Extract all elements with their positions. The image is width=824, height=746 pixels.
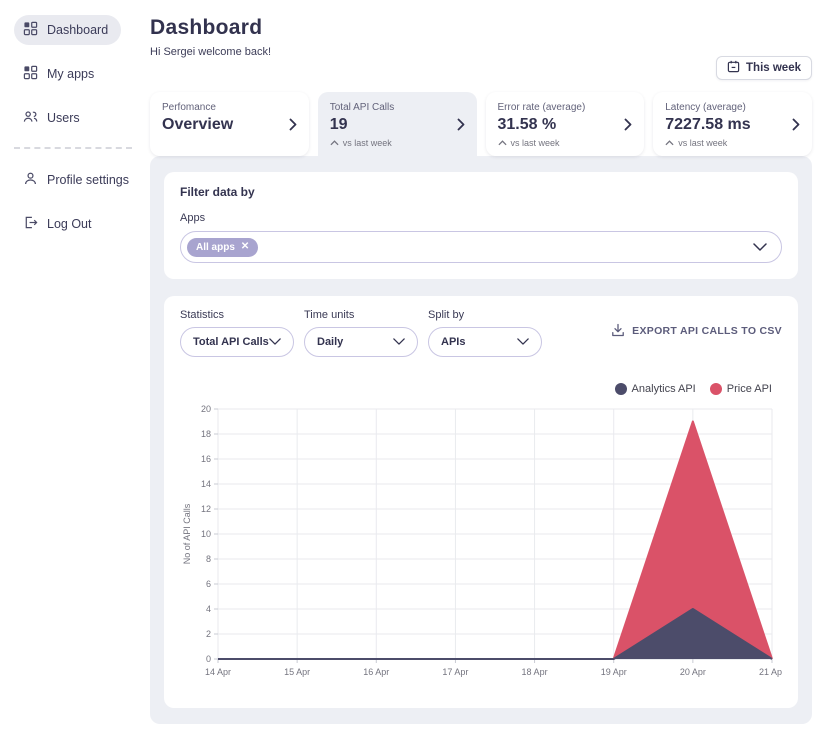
stat-card-performance[interactable]: Perfomance Overview: [150, 92, 309, 156]
time-units-control: Time units Daily: [304, 309, 418, 357]
svg-text:12: 12: [201, 504, 211, 514]
stat-card-compare: vs last week: [497, 138, 633, 148]
legend-dot-analytics: [614, 383, 627, 395]
svg-text:20 Apr: 20 Apr: [680, 667, 706, 677]
main-content: Dashboard Hi Sergei welcome back! This w…: [150, 0, 812, 724]
statistics-card: Statistics Total API Calls Time units Da…: [164, 296, 798, 708]
sidebar: Dashboard My apps Users Profile settings…: [0, 0, 150, 746]
filter-card: Filter data by Apps All apps ✕: [164, 172, 798, 279]
sidebar-item-users[interactable]: Users: [14, 103, 93, 133]
chevron-up-icon: [497, 138, 507, 148]
svg-text:No of API Calls: No of API Calls: [182, 503, 192, 564]
api-calls-chart: 0 2 4 6 8 10 12 14 16 18 20 14 Apr 15 Apr 16 Apr 17 Ap…: [180, 399, 785, 694]
svg-text:20: 20: [201, 404, 211, 414]
chevron-down-icon: [517, 336, 529, 348]
download-icon: [611, 323, 625, 340]
statistics-dropdown[interactable]: Total API Calls: [180, 327, 294, 357]
chevron-right-icon: [624, 118, 632, 136]
chip-label: All apps: [196, 241, 235, 253]
dashboard-grid-icon: [23, 21, 38, 39]
time-units-dropdown[interactable]: Daily: [304, 327, 418, 357]
split-by-label: Split by: [428, 309, 465, 321]
stat-card-label: Total API Calls: [329, 102, 395, 113]
chevron-right-icon: [289, 118, 297, 136]
selected-app-chip: All apps ✕: [187, 237, 259, 257]
split-by-control: Split by APIs: [428, 309, 542, 357]
logout-icon: [23, 215, 38, 233]
chart-controls: Statistics Total API Calls Time units Da…: [180, 309, 782, 357]
sidebar-item-log-out[interactable]: Log Out: [14, 209, 104, 239]
statistics-control: Statistics Total API Calls: [180, 309, 294, 357]
svg-text:6: 6: [206, 579, 211, 589]
split-by-dropdown[interactable]: APIs: [428, 327, 542, 357]
stat-card-compare: vs last week: [330, 138, 465, 148]
stat-card-label: Latency (average): [665, 102, 746, 113]
chip-remove-icon[interactable]: ✕: [241, 242, 249, 252]
sidebar-item-label: Users: [47, 111, 80, 125]
stat-card-value: 31.58 %: [497, 116, 557, 133]
stat-card-value: 19: [329, 116, 348, 133]
legend-item-price-api: Price API: [709, 383, 772, 395]
chevron-down-icon: [393, 336, 405, 348]
svg-text:16: 16: [201, 454, 211, 464]
chevron-down-icon: [753, 238, 767, 256]
period-selector-label: This week: [746, 62, 801, 74]
greeting-text: Hi Sergei welcome back!: [150, 46, 272, 58]
area-chart-canvas: 0 2 4 6 8 10 12 14 16 18 20 14 Apr 15 Apr 16 Apr 17 Ap…: [182, 404, 785, 677]
stat-card-value: Overview: [162, 116, 234, 133]
export-csv-button[interactable]: EXPORT API CALLS TO CSV: [611, 323, 782, 340]
stat-card-compare: vs last week: [665, 138, 800, 148]
apps-filter-label: Apps: [180, 212, 206, 224]
sidebar-item-my-apps[interactable]: My apps: [14, 59, 107, 89]
chevron-up-icon: [665, 138, 674, 148]
filter-heading: Filter data by: [180, 185, 255, 199]
svg-text:21 Apr: 21 Apr: [759, 667, 782, 677]
stat-cards-row: Perfomance Overview Total API Calls 19 v…: [150, 92, 812, 156]
svg-text:2: 2: [206, 629, 211, 639]
stat-card-latency[interactable]: Latency (average) 7227.58 ms vs last wee…: [653, 92, 812, 156]
chart-legend: Analytics API Price API: [180, 383, 782, 395]
sidebar-item-label: My apps: [47, 67, 95, 81]
svg-text:14 Apr: 14 Apr: [205, 667, 231, 677]
page-title: Dashboard: [150, 16, 263, 39]
chevron-right-icon: [457, 118, 465, 136]
sidebar-item-label: Log Out: [47, 217, 92, 231]
svg-text:0: 0: [206, 654, 211, 664]
legend-dot-price: [709, 383, 722, 395]
apps-grid-icon: [23, 65, 38, 83]
period-selector-button[interactable]: This week: [716, 56, 812, 80]
sidebar-item-label: Profile settings: [47, 173, 129, 187]
time-units-label: Time units: [304, 309, 355, 321]
calendar-icon: [727, 60, 740, 76]
sidebar-divider: [14, 147, 132, 149]
svg-text:17 Apr: 17 Apr: [442, 667, 468, 677]
chevron-up-icon: [330, 138, 339, 148]
svg-text:18 Apr: 18 Apr: [522, 667, 548, 677]
apps-multiselect[interactable]: All apps ✕: [180, 231, 782, 263]
chevron-right-icon: [792, 118, 800, 136]
stat-card-label: Perfomance: [162, 102, 216, 113]
stat-card-label: Error rate (average): [497, 102, 586, 113]
sidebar-item-label: Dashboard: [47, 23, 109, 37]
svg-text:4: 4: [206, 604, 211, 614]
svg-text:10: 10: [201, 529, 211, 539]
dashboard-panel: Filter data by Apps All apps ✕ Statistic…: [150, 156, 812, 724]
chevron-down-icon: [269, 336, 281, 348]
profile-icon: [23, 171, 38, 189]
statistics-label: Statistics: [180, 309, 225, 321]
legend-item-analytics-api: Analytics API: [614, 383, 696, 395]
sidebar-item-profile-settings[interactable]: Profile settings: [14, 165, 142, 195]
svg-text:8: 8: [206, 554, 211, 564]
svg-text:16 Apr: 16 Apr: [363, 667, 389, 677]
svg-text:15 Apr: 15 Apr: [284, 667, 310, 677]
stat-card-total-api-calls[interactable]: Total API Calls 19 vs last week: [317, 92, 477, 156]
svg-text:18: 18: [201, 429, 211, 439]
svg-text:14: 14: [201, 479, 211, 489]
users-icon: [23, 109, 38, 127]
sidebar-item-dashboard[interactable]: Dashboard: [14, 15, 122, 45]
stat-card-error-rate[interactable]: Error rate (average) 31.58 % vs last wee…: [485, 92, 645, 156]
svg-text:19 Apr: 19 Apr: [601, 667, 627, 677]
stat-card-value: 7227.58 ms: [665, 116, 751, 133]
